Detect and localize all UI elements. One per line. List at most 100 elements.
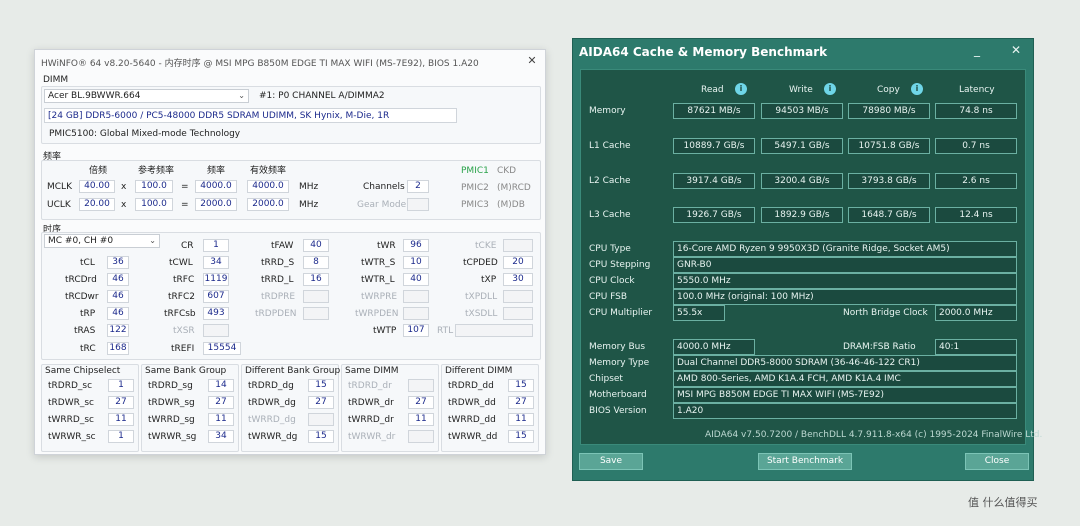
pmic2-mode: (M)RCD <box>497 183 531 193</box>
watermark: 值 什么值得买 <box>968 496 1038 509</box>
motherboard-value: MSI MPG B850M EDGE TI MAX WIFI (MS-7E92) <box>673 387 1017 403</box>
trfcsb-value: 493 <box>203 307 229 320</box>
pmic3-name: PMIC3 <box>461 200 489 210</box>
channel-select[interactable]: MC #0, CH #0 ⌄ <box>44 234 160 248</box>
header-latency: Latency <box>959 85 995 95</box>
gear-mode-value <box>407 198 429 211</box>
txsr-value <box>203 324 229 337</box>
timing-subgroup-label: tRDRD_dr <box>348 381 392 391</box>
timing-subgroup-title: Same Bank Group <box>145 366 227 376</box>
cpu-stepping-value: GNR-B0 <box>673 257 1017 273</box>
freq-col-eff: 有效频率 <box>250 166 287 176</box>
twtr-s-label: tWTR_S <box>361 258 396 268</box>
timing-subgroup: Different Bank Group tRDRD_dg 15 tRDWR_dg 27… <box>241 364 341 452</box>
pmic2-name: PMIC2 <box>461 183 489 193</box>
txp-label: tXP <box>481 275 497 285</box>
timing-subgroup-label: tRDWR_dr <box>348 398 394 408</box>
timing-subgroup-value <box>308 413 334 426</box>
bench-l3-label: L3 Cache <box>589 210 631 220</box>
chipset-value: AMD 800-Series, AMD K1A.4 FCH, AMD K1A.4… <box>673 371 1017 387</box>
mem-bus-label: Memory Bus <box>589 342 646 352</box>
timing-subgroup-title: Different Bank Group <box>245 366 341 376</box>
uclk-mult: 20.00 <box>79 198 115 211</box>
bench-l1-write: 5497.1 GB/s <box>761 138 843 154</box>
hwinfo-window: HWiNFO® 64 v8.20-5640 - 内存时序 @ MSI MPG B… <box>34 49 546 455</box>
timing-subgroup: Same Chipselect tRDRD_sc 1 tRDWR_sc 27 tWRRD_… <box>41 364 139 452</box>
close-icon[interactable]: ✕ <box>525 54 539 68</box>
cpu-fsb-label: CPU FSB <box>589 292 628 302</box>
trc-label: tRC <box>80 344 96 354</box>
cpu-mult-label: CPU Multiplier <box>589 308 653 318</box>
timing-subgroup-value: 15 <box>508 379 534 392</box>
twr-label: tWR <box>377 241 396 251</box>
write-info-icon[interactable]: i <box>824 83 836 95</box>
timing-subgroup-label: tRDRD_dd <box>448 381 494 391</box>
twtr-l-label: tWTR_L <box>361 275 395 285</box>
timing-subgroup-label: tWRWR_dg <box>248 432 298 442</box>
freq-col-ref: 参考频率 <box>138 166 175 176</box>
trdpre-value <box>303 290 329 303</box>
nb-clock-value: 2000.0 MHz <box>935 305 1017 321</box>
close-button[interactable]: Close <box>965 453 1029 470</box>
timing-subgroup-label: tWRWR_dr <box>348 432 396 442</box>
tcke-label: tCKE <box>475 241 497 251</box>
twrpden-label: tWRPDEN <box>355 309 399 319</box>
tcwl-value: 34 <box>203 256 229 269</box>
channels-value: 2 <box>407 180 429 193</box>
mclk-eff: 4000.0 <box>247 180 289 193</box>
motherboard-label: Motherboard <box>589 390 647 400</box>
cpu-stepping-label: CPU Stepping <box>589 260 651 270</box>
bench-l1-latency: 0.7 ns <box>935 138 1017 154</box>
gear-mode-label: Gear Mode <box>357 200 407 210</box>
channel-select-value: MC #0, CH #0 <box>48 236 114 246</box>
copy-info-icon[interactable]: i <box>911 83 923 95</box>
timing-subgroup-label: tRDWR_dg <box>248 398 296 408</box>
hwinfo-title-bar[interactable]: HWiNFO® 64 v8.20-5640 - 内存时序 @ MSI MPG B… <box>35 50 545 72</box>
timing-subgroup-value: 1 <box>108 430 134 443</box>
trrd-s-label: tRRD_S <box>261 258 295 268</box>
bench-memory-copy: 78980 MB/s <box>848 103 930 119</box>
trrd-l-label: tRRD_L <box>261 275 294 285</box>
cpu-type-value: 16-Core AMD Ryzen 9 9950X3D (Granite Rid… <box>673 241 1017 257</box>
txsdll-label: tXSDLL <box>465 309 498 319</box>
trefi-value: 15554 <box>203 342 241 355</box>
timing-subgroup-value: 11 <box>508 413 534 426</box>
trc-value: 168 <box>107 342 129 355</box>
mem-type-value: Dual Channel DDR5-8000 SDRAM (36-46-46-1… <box>673 355 1017 371</box>
bench-l3-write: 1892.9 GB/s <box>761 207 843 223</box>
timing-subgroup-label: tRDRD_sg <box>148 381 193 391</box>
trcdrd-value: 46 <box>107 273 129 286</box>
minimize-icon[interactable]: _ <box>969 43 985 57</box>
header-read: Read <box>701 85 724 95</box>
cpu-fsb-value: 100.0 MHz (original: 100 MHz) <box>673 289 1017 305</box>
cpu-mult-value: 55.5x <box>673 305 725 321</box>
save-button[interactable]: Save <box>579 453 643 470</box>
uclk-eq: = <box>181 200 189 210</box>
start-benchmark-button[interactable]: Start Benchmark <box>758 453 852 470</box>
pmic1-mode: CKD <box>497 166 517 176</box>
txpdll-label: tXPDLL <box>465 292 498 302</box>
bench-l1-label: L1 Cache <box>589 141 631 151</box>
trdpre-label: tRDPRE <box>261 292 296 302</box>
close-icon[interactable]: ✕ <box>1008 43 1024 57</box>
rtl-value <box>455 324 533 337</box>
cpu-clock-value: 5550.0 MHz <box>673 273 1017 289</box>
trrd-l-value: 16 <box>303 273 329 286</box>
bench-memory-label: Memory <box>589 106 626 116</box>
twtp-value: 107 <box>403 324 429 337</box>
dimm-module-select[interactable]: Acer BL.9BWWR.664 ⌄ <box>44 89 249 103</box>
tras-value: 122 <box>107 324 129 337</box>
hwinfo-title: HWiNFO® 64 v8.20-5640 - 内存时序 @ MSI MPG B… <box>41 59 479 69</box>
timing-subgroup-label: tWRRD_dr <box>348 415 394 425</box>
timing-subgroup-label: tWRRD_dg <box>248 415 296 425</box>
txsr-label: tXSR <box>173 326 195 336</box>
timing-subgroup-value: 1 <box>108 379 134 392</box>
timing-subgroup-label: tRDWR_sc <box>48 398 95 408</box>
dimm-description: [24 GB] DDR5-6000 / PC5-48000 DDR5 SDRAM… <box>48 111 390 121</box>
header-write: Write <box>789 85 813 95</box>
trdpden-value <box>303 307 329 320</box>
read-info-icon[interactable]: i <box>735 83 747 95</box>
trcdwr-value: 46 <box>107 290 129 303</box>
dimm-description-box: [24 GB] DDR5-6000 / PC5-48000 DDR5 SDRAM… <box>44 108 457 123</box>
bios-value: 1.A20 <box>673 403 1017 419</box>
